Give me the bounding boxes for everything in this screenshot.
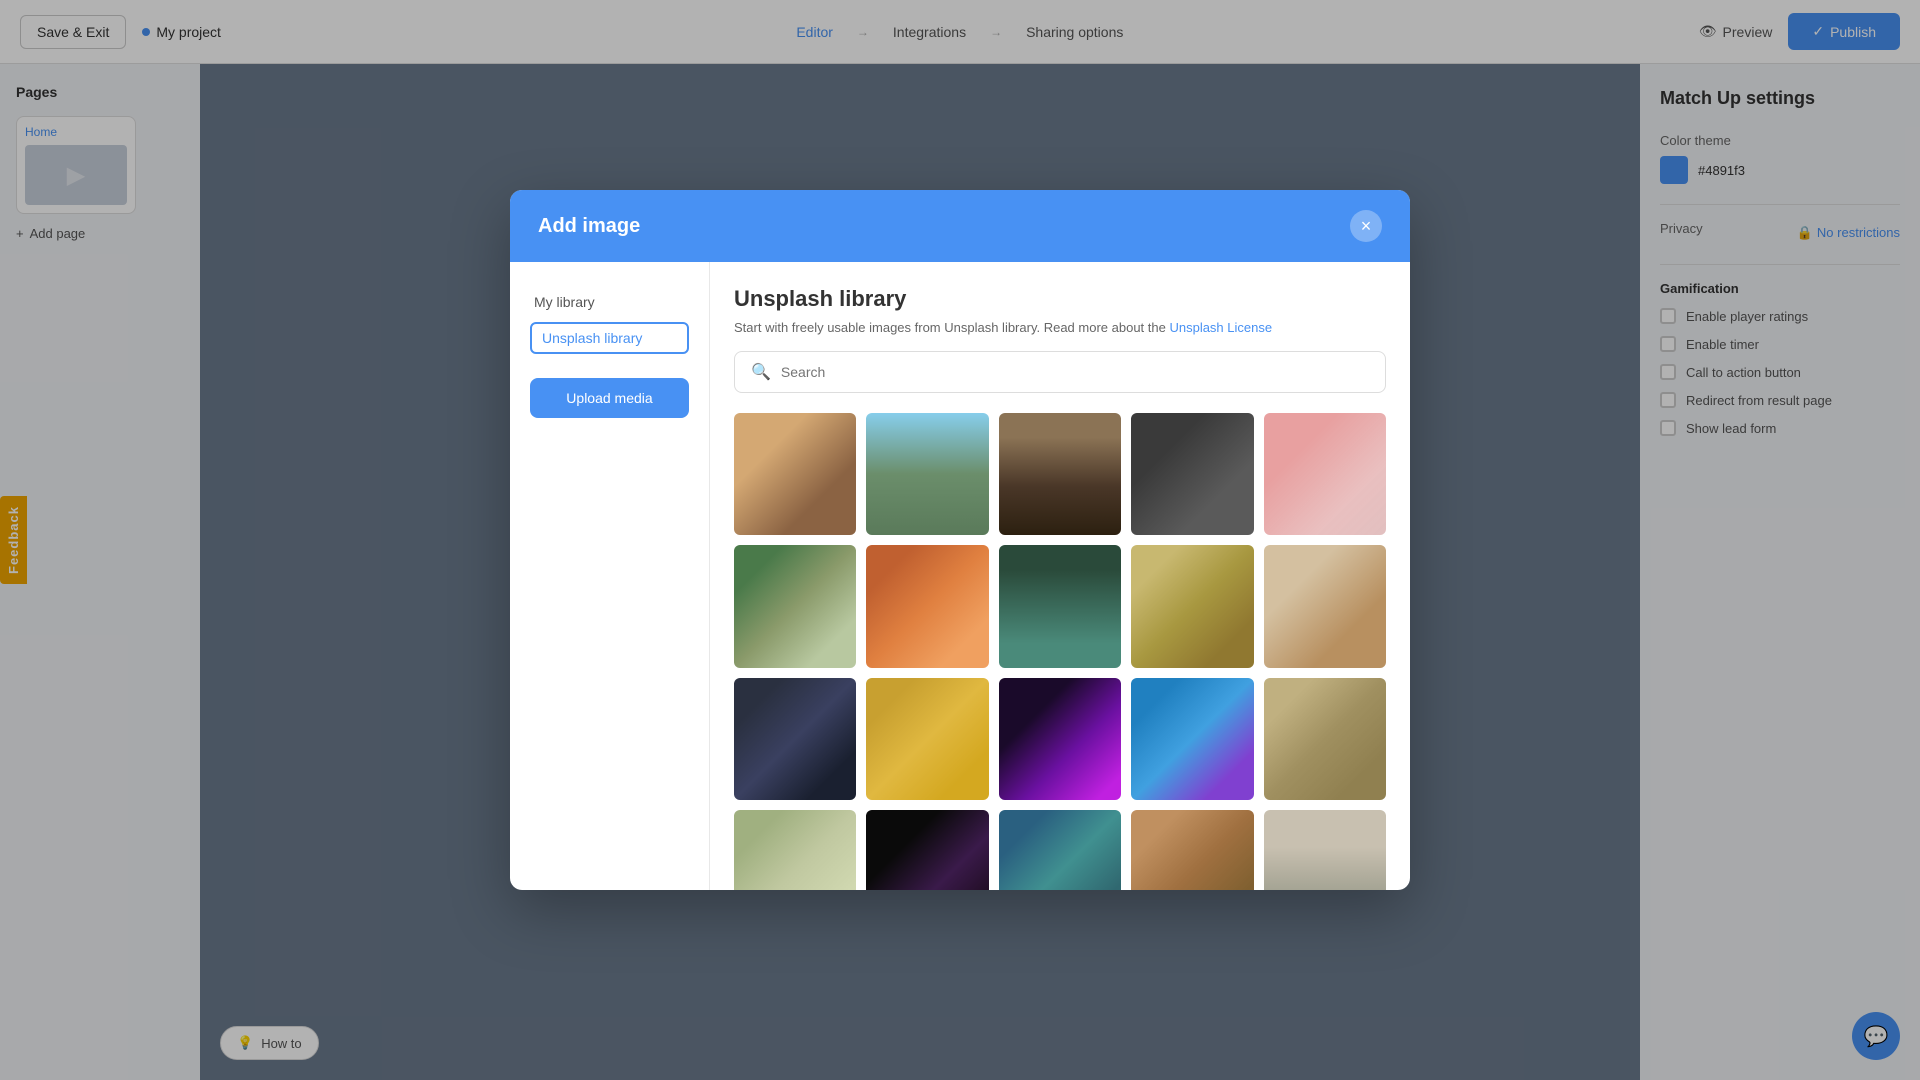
modal-title: Add image — [538, 215, 640, 238]
image-item[interactable] — [866, 810, 988, 890]
search-input[interactable] — [781, 364, 1369, 380]
nav-unsplash-library[interactable]: Unsplash library — [530, 322, 689, 354]
modal-content: Unsplash library Start with freely usabl… — [710, 262, 1410, 890]
image-item[interactable] — [999, 678, 1121, 800]
modal-body: My library Unsplash library Upload media… — [510, 262, 1410, 890]
image-item[interactable] — [999, 545, 1121, 667]
upload-media-button[interactable]: Upload media — [530, 378, 689, 418]
image-item[interactable] — [734, 810, 856, 890]
nav-my-library[interactable]: My library — [530, 286, 689, 318]
unsplash-license-link[interactable]: Unsplash License — [1169, 320, 1272, 335]
unsplash-title: Unsplash library — [734, 286, 1386, 312]
modal-overlay[interactable]: Add image × My library Unsplash library … — [0, 0, 1920, 1080]
image-item[interactable] — [999, 413, 1121, 535]
image-item[interactable] — [1131, 810, 1253, 890]
modal-header: Add image × — [510, 190, 1410, 262]
image-item[interactable] — [1264, 678, 1386, 800]
modal-sidebar: My library Unsplash library Upload media — [510, 262, 710, 890]
image-item[interactable] — [1131, 678, 1253, 800]
image-item[interactable] — [1264, 545, 1386, 667]
image-item[interactable] — [734, 545, 856, 667]
image-item[interactable] — [866, 545, 988, 667]
search-bar: 🔍 — [734, 351, 1386, 393]
image-item[interactable] — [866, 413, 988, 535]
image-item[interactable] — [1264, 413, 1386, 535]
image-item[interactable] — [734, 413, 856, 535]
image-item[interactable] — [1131, 413, 1253, 535]
image-item[interactable] — [999, 810, 1121, 890]
search-icon: 🔍 — [751, 362, 771, 382]
modal-close-button[interactable]: × — [1350, 210, 1382, 242]
image-item[interactable] — [1264, 810, 1386, 890]
image-item[interactable] — [734, 678, 856, 800]
add-image-modal: Add image × My library Unsplash library … — [510, 190, 1410, 890]
image-item[interactable] — [1131, 545, 1253, 667]
image-grid — [734, 413, 1386, 890]
image-item[interactable] — [866, 678, 988, 800]
unsplash-desc: Start with freely usable images from Uns… — [734, 320, 1386, 335]
